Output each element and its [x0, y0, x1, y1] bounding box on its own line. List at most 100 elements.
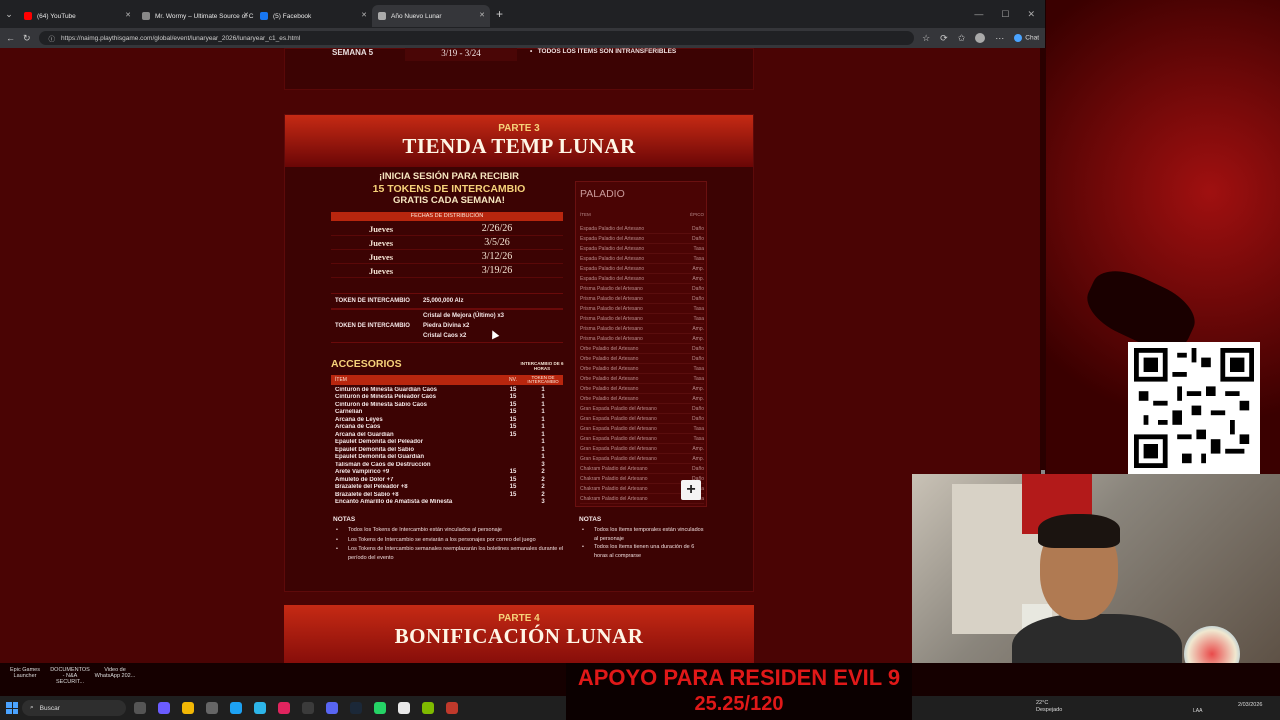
- paladio-item-epic: Tasa: [693, 255, 704, 262]
- paladio-item-epic: Amp.: [692, 275, 704, 282]
- paladio-row: Espada Paladio del Artesano Amp.: [580, 264, 704, 274]
- back-icon[interactable]: ←: [6, 33, 15, 43]
- accessory-token: 1: [541, 446, 545, 453]
- accessory-name: Encanto Amarillo de Amatista de Minesta: [335, 499, 453, 506]
- close-window-icon[interactable]: ✕: [1027, 9, 1035, 20]
- paladio-item-name: Chakram Paladio del Artesano: [580, 465, 648, 472]
- game-icon[interactable]: [422, 702, 434, 714]
- tab-close-icon[interactable]: ✕: [125, 11, 131, 19]
- paladio-item-epic: Amp.: [692, 265, 704, 272]
- favorites-icon[interactable]: ✩: [958, 33, 966, 44]
- accessory-row: Epaulet Demonita del Peleador 1: [331, 439, 563, 447]
- paladio-title: PALADIO: [580, 188, 625, 200]
- paladio-row: Espada Paladio del Artesano Tasa: [580, 254, 704, 264]
- accessory-name: Epaulet Demonita del Guardián: [335, 454, 425, 461]
- steam-icon[interactable]: [350, 702, 362, 714]
- accessory-token: 2: [541, 491, 545, 498]
- tab-list-icon[interactable]: ⌄: [0, 0, 18, 28]
- part3-title: TIENDA TEMP LUNAR: [402, 134, 636, 158]
- paladio-item-name: Orbe Paladio del Artesano: [580, 365, 639, 372]
- part4-title: BONIFICACIÓN LUNAR: [394, 624, 644, 648]
- paladio-item-name: Gran Espada Paladio del Artesano: [580, 435, 657, 442]
- desktop-icon[interactable]: Epic Games Launcher: [4, 667, 46, 679]
- tab-close-icon[interactable]: ✕: [243, 11, 249, 19]
- profile-avatar[interactable]: [975, 33, 986, 43]
- accessory-row: Arcana de Caos 15 1: [331, 424, 563, 432]
- edge-icon[interactable]: [254, 702, 266, 714]
- accessory-level: 15: [509, 401, 517, 408]
- accessory-token: 1: [541, 431, 545, 438]
- tab-3[interactable]: Año Nuevo Lunar ✕: [372, 5, 490, 27]
- accessory-token: 1: [541, 424, 545, 431]
- accessory-name: Cinturón de Minesta Sabio Caos: [335, 401, 428, 408]
- store-icon[interactable]: [206, 702, 218, 714]
- maximize-icon[interactable]: ☐: [1001, 9, 1009, 20]
- app-icon[interactable]: [278, 702, 290, 714]
- accessory-level: 15: [509, 424, 517, 431]
- desktop-icon[interactable]: Video de WhatsApp 202...: [94, 667, 136, 679]
- taskbar-search[interactable]: ⌕ Buscar: [22, 700, 126, 716]
- chat-button[interactable]: Chat: [1014, 34, 1039, 42]
- clock[interactable]: 2/03/2026: [1238, 702, 1262, 709]
- paladio-item-name: Orbe Paladio del Artesano: [580, 395, 639, 402]
- url-field[interactable]: ⓘ https://naimg.playthisgame.com/global/…: [38, 31, 915, 45]
- whatsapp-icon[interactable]: [374, 702, 386, 714]
- discord-icon[interactable]: [326, 702, 338, 714]
- windows-start-icon[interactable]: [6, 702, 18, 714]
- paladio-row: Espada Paladio del Artesano Daño: [580, 234, 704, 244]
- accessory-token: 1: [541, 386, 545, 393]
- paladio-row: Orbe Paladio del Artesano Daño: [580, 354, 704, 364]
- paladio-item-name: Gran Espada Paladio del Artesano: [580, 415, 657, 422]
- terminal-icon[interactable]: [302, 702, 314, 714]
- donation-banner: APOYO PARA RESIDEN EVIL 9 25.25/120: [566, 663, 912, 720]
- accessory-token: 1: [541, 416, 545, 423]
- weather-widget[interactable]: 22°C Despejado: [1036, 700, 1062, 714]
- accessory-row: Talismán de Caos de Destrucción 3: [331, 461, 563, 469]
- star-icon[interactable]: ☆: [922, 33, 930, 44]
- accessory-level: 15: [509, 409, 517, 416]
- tab-1[interactable]: Mr. Wormy – Ultimate Source of C ✕: [136, 5, 254, 27]
- extensions-icon[interactable]: ⟳: [940, 33, 948, 44]
- accessories-title: ACCESORIOS: [331, 358, 402, 370]
- accessory-token: 1: [541, 394, 545, 401]
- paladio-row: Espada Paladio del Artesano Tasa: [580, 244, 704, 254]
- tab-close-icon[interactable]: ✕: [479, 11, 485, 19]
- schedule-note: • TODOS LOS ÍTEMS SON INTRANSFERIBLES: [530, 48, 677, 55]
- menu-icon[interactable]: ⋯: [995, 33, 1004, 44]
- accessories-exchange-note: INTERCAMBIO DE 6 HORAS: [520, 361, 564, 371]
- language-indicator[interactable]: LAA: [1193, 708, 1202, 714]
- file-explorer-icon[interactable]: [182, 702, 194, 714]
- paladio-item-name: Espada Paladio del Artesano: [580, 225, 645, 232]
- paladio-item-name: Espada Paladio del Artesano: [580, 265, 645, 272]
- minimize-icon[interactable]: —: [974, 9, 983, 19]
- tab-close-icon[interactable]: ✕: [361, 11, 367, 19]
- paladio-header: ÍTEM ÉPICO: [580, 212, 704, 217]
- tab-2[interactable]: (5) Facebook ✕: [254, 5, 372, 27]
- paladio-panel[interactable]: PALADIO ÍTEM ÉPICO Espada Paladio del Ar…: [575, 181, 707, 507]
- paladio-item-epic: Amp.: [692, 455, 704, 462]
- task-view-icon[interactable]: [134, 702, 146, 714]
- taskbar-tray: [912, 696, 1280, 720]
- reload-icon[interactable]: ↻: [23, 33, 31, 44]
- expand-plus-button[interactable]: +: [681, 480, 701, 500]
- capcut-icon[interactable]: [398, 702, 410, 714]
- chrome-icon[interactable]: [230, 702, 242, 714]
- token-row-alz: TOKEN DE INTERCAMBIO 25,000,000 Alz: [331, 293, 563, 309]
- new-tab-icon[interactable]: +: [496, 7, 503, 21]
- desktop-icon[interactable]: DOCUMENTOS - N&A SECURIT...: [49, 667, 91, 685]
- tab-favicon-icon: [260, 12, 268, 20]
- copilot-icon: [1014, 34, 1023, 42]
- tab-0[interactable]: (64) YouTube ✕: [18, 5, 136, 27]
- accessory-token: 1: [541, 409, 545, 416]
- paladio-item-epic: Daño: [692, 235, 704, 242]
- copilot-taskbar-icon[interactable]: [158, 702, 170, 714]
- paladio-row: Prisma Paladio del Artesano Daño: [580, 294, 704, 304]
- paladio-item-name: Orbe Paladio del Artesano: [580, 385, 639, 392]
- tab-favicon-icon: [378, 12, 386, 20]
- week-label: SEMANA 5: [332, 48, 374, 57]
- accessory-token: 1: [541, 401, 545, 408]
- accessory-name: Arcana del Guardián: [335, 431, 394, 438]
- site-info-icon[interactable]: ⓘ: [49, 33, 56, 43]
- obs-icon[interactable]: [446, 702, 458, 714]
- tab-favicon-icon: [24, 12, 32, 20]
